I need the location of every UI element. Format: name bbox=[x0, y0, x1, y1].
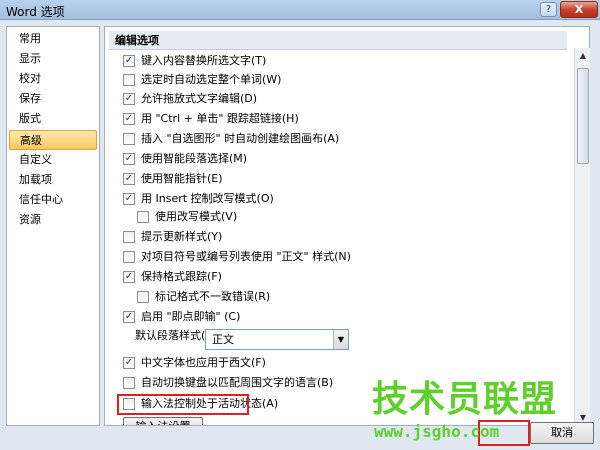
option-checkbox[interactable]: ✓ bbox=[123, 193, 135, 205]
option-label: 使用智能指针(E) bbox=[141, 172, 223, 185]
option-checkbox[interactable]: ✓ bbox=[123, 311, 135, 323]
dialog-body: 常用 显示 校对 保存 版式 高级 自定义 加载项 信任中心 资源 编辑选项 ✓… bbox=[0, 20, 600, 450]
option-checkbox[interactable] bbox=[137, 211, 149, 223]
sidebar-item-trust-center[interactable]: 信任中心 bbox=[9, 190, 97, 210]
option-checkbox[interactable] bbox=[123, 231, 135, 243]
option-checkbox[interactable] bbox=[123, 251, 135, 263]
option-checkbox[interactable]: ✓ bbox=[123, 357, 135, 369]
option-label: 用 "Ctrl + 单击" 跟踪超链接(H) bbox=[141, 112, 299, 125]
sidebar-item-advanced[interactable]: 高级 bbox=[9, 130, 97, 150]
option-label: 自动切换键盘以匹配周围文字的语言(B) bbox=[141, 376, 334, 389]
sidebar-item-proofing[interactable]: 校对 bbox=[9, 69, 97, 89]
option-label: 提示更新样式(Y) bbox=[141, 230, 223, 243]
option-label: 对项目符号或编号列表使用 "正文" 样式(N) bbox=[141, 250, 351, 263]
sidebar: 常用 显示 校对 保存 版式 高级 自定义 加载项 信任中心 资源 bbox=[6, 26, 100, 426]
chevron-down-icon[interactable]: ▼ bbox=[333, 330, 348, 349]
option-label: 选定时自动选定整个单词(W) bbox=[141, 73, 282, 86]
option-checkbox[interactable]: ✓ bbox=[123, 271, 135, 283]
scrollbar-thumb[interactable] bbox=[577, 68, 589, 164]
option-label: 插入 "自选图形" 时自动创建绘图画布(A) bbox=[141, 132, 340, 145]
options-panel: 编辑选项 ✓ 键入内容替换所选文字(T) 选定时自动选定整个单词(W) ✓ 允许拖放式文… bbox=[104, 26, 590, 426]
sidebar-item-layout[interactable]: 版式 bbox=[9, 109, 97, 129]
option-checkbox[interactable]: ✓ bbox=[123, 153, 135, 165]
option-checkbox[interactable] bbox=[137, 291, 149, 303]
option-checkbox[interactable] bbox=[123, 133, 135, 145]
option-label: 键入内容替换所选文字(T) bbox=[141, 54, 267, 67]
sidebar-item-save[interactable]: 保存 bbox=[9, 89, 97, 109]
sidebar-item-resources[interactable]: 资源 bbox=[9, 210, 97, 230]
ime-settings-button[interactable]: 输入法设置(M)... bbox=[123, 417, 203, 425]
default-style-select[interactable]: 正文 ▼ bbox=[205, 329, 349, 350]
ok-highlight-frame bbox=[478, 420, 530, 446]
highlight-frame bbox=[117, 394, 249, 415]
sidebar-item-addins[interactable]: 加载项 bbox=[9, 170, 97, 190]
option-label: 使用智能段落选择(M) bbox=[141, 152, 248, 165]
sidebar-item-display[interactable]: 显示 bbox=[9, 49, 97, 69]
option-label: 保持格式跟踪(F) bbox=[141, 270, 222, 283]
option-label: 启用 "即点即输" (C) bbox=[141, 310, 241, 323]
option-label: 标记格式不一致错误(R) bbox=[155, 290, 271, 303]
help-button[interactable]: ? bbox=[540, 2, 557, 17]
option-checkbox[interactable] bbox=[123, 377, 135, 389]
option-checkbox[interactable] bbox=[123, 74, 135, 86]
option-label: 用 Insert 控制改写模式(O) bbox=[141, 192, 274, 205]
option-checkbox[interactable]: ✓ bbox=[123, 113, 135, 125]
default-style-value: 正文 bbox=[212, 333, 234, 346]
cancel-button[interactable]: 取消 bbox=[530, 422, 594, 444]
option-checkbox[interactable]: ✓ bbox=[123, 55, 135, 67]
sidebar-item-customize[interactable]: 自定义 bbox=[9, 150, 97, 170]
sidebar-item-common[interactable]: 常用 bbox=[9, 29, 97, 49]
option-label: 允许拖放式文字编辑(D) bbox=[141, 92, 258, 105]
scrollbar[interactable]: ▲ ▼ bbox=[574, 48, 590, 426]
title-bar: Word 选项 ? X bbox=[0, 0, 600, 20]
option-checkbox[interactable]: ✓ bbox=[123, 173, 135, 185]
option-label: 使用改写模式(V) bbox=[155, 210, 238, 223]
window-title: Word 选项 bbox=[6, 5, 65, 19]
option-label: 中文字体也应用于西文(F) bbox=[141, 356, 266, 369]
option-checkbox[interactable]: ✓ bbox=[123, 93, 135, 105]
section-title: 编辑选项 bbox=[109, 31, 567, 50]
close-button[interactable]: X bbox=[560, 1, 598, 18]
scroll-up-icon[interactable]: ▲ bbox=[575, 48, 591, 64]
